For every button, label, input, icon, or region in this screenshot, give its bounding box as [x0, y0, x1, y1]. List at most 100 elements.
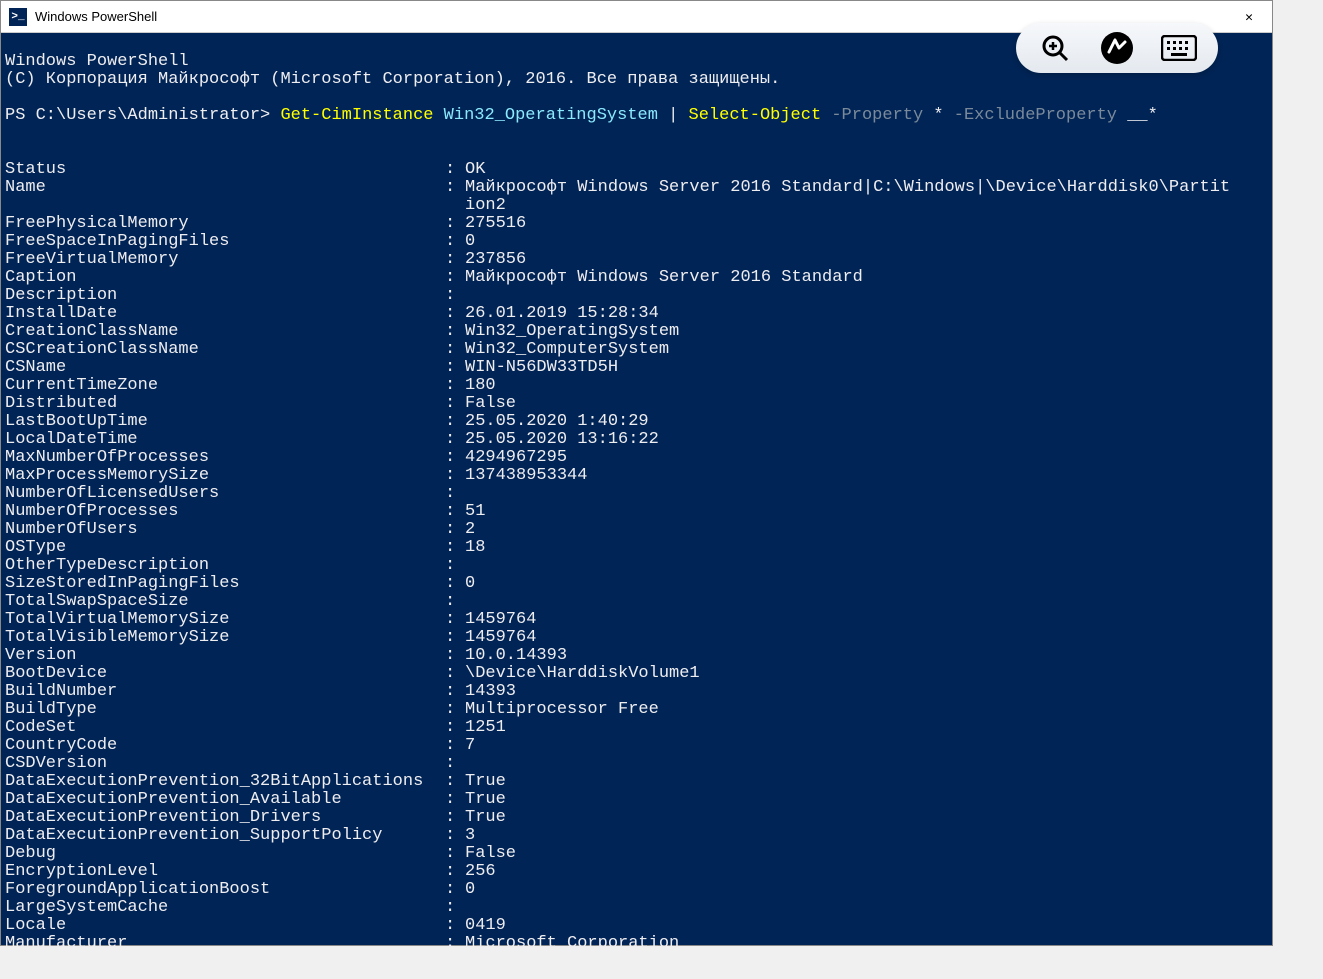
property-separator: :	[445, 179, 465, 197]
property-row: NumberOfUsers: 2	[5, 521, 1268, 539]
property-row: DataExecutionPrevention_Drivers: True	[5, 809, 1268, 827]
property-row: MaxNumberOfProcesses: 4294967295	[5, 449, 1268, 467]
property-row: CreationClassName: Win32_OperatingSystem	[5, 323, 1268, 341]
property-row: ForegroundApplicationBoost: 0	[5, 881, 1268, 899]
powershell-icon: >_	[9, 8, 27, 26]
property-row: CurrentTimeZone: 180	[5, 377, 1268, 395]
property-separator: :	[445, 431, 465, 449]
property-key: LargeSystemCache	[5, 899, 445, 917]
property-value: 1459764	[465, 629, 1268, 647]
property-key: TotalSwapSpaceSize	[5, 593, 445, 611]
property-key: OtherTypeDescription	[5, 557, 445, 575]
property-row: Description:	[5, 287, 1268, 305]
property-value: Multiprocessor Free	[465, 701, 1268, 719]
property-row: CodeSet: 1251	[5, 719, 1268, 737]
property-row: Debug: False	[5, 845, 1268, 863]
property-key: Locale	[5, 917, 445, 935]
keyboard-button[interactable]	[1160, 29, 1198, 67]
property-row: NumberOfLicensedUsers:	[5, 485, 1268, 503]
property-separator: :	[445, 557, 465, 575]
property-row: CSDVersion:	[5, 755, 1268, 773]
property-row: InstallDate: 26.01.2019 15:28:34	[5, 305, 1268, 323]
property-separator: :	[445, 593, 465, 611]
property-value: False	[465, 395, 1268, 413]
property-row: BuildType: Multiprocessor Free	[5, 701, 1268, 719]
close-button[interactable]	[1226, 1, 1272, 33]
property-separator: :	[445, 413, 465, 431]
property-key: Caption	[5, 269, 445, 287]
property-value: True	[465, 791, 1268, 809]
remote-session-toolbar[interactable]	[1016, 23, 1218, 73]
property-key: FreeSpaceInPagingFiles	[5, 233, 445, 251]
property-row: FreePhysicalMemory: 275516	[5, 215, 1268, 233]
property-key: OSType	[5, 539, 445, 557]
property-value: 4294967295	[465, 449, 1268, 467]
property-separator: :	[445, 899, 465, 917]
property-key: BootDevice	[5, 665, 445, 683]
property-key: Description	[5, 287, 445, 305]
header-line-2: (C) Корпорация Майкрософт (Microsoft Cor…	[5, 70, 780, 89]
property-value: 3	[465, 827, 1268, 845]
property-row: DataExecutionPrevention_Available: True	[5, 791, 1268, 809]
property-separator: :	[445, 215, 465, 233]
property-value: 51	[465, 503, 1268, 521]
property-value: Майкрософт Windows Server 2016 Standard	[465, 269, 1268, 287]
terminal-output[interactable]: Windows PowerShell (C) Корпорация Майкро…	[1, 33, 1272, 955]
property-separator: :	[445, 809, 465, 827]
property-key: CurrentTimeZone	[5, 377, 445, 395]
property-value: 275516	[465, 215, 1268, 233]
property-value: 0	[465, 575, 1268, 593]
zoom-in-button[interactable]	[1036, 29, 1074, 67]
pipe: |	[668, 106, 688, 125]
property-key: DataExecutionPrevention_Available	[5, 791, 445, 809]
cmdlet-getciminstance: Get-CimInstance	[280, 106, 433, 125]
titlebar-controls	[1226, 1, 1272, 33]
property-value: \Device\HarddiskVolume1	[465, 665, 1268, 683]
property-row: EncryptionLevel: 256	[5, 863, 1268, 881]
zoom-in-icon	[1040, 33, 1070, 63]
property-separator: :	[445, 359, 465, 377]
property-row: Manufacturer: Microsoft Corporation	[5, 935, 1268, 953]
property-value	[465, 593, 1268, 611]
property-value: 1459764	[465, 611, 1268, 629]
property-key: CodeSet	[5, 719, 445, 737]
cmdlet-selectobject: Select-Object	[689, 106, 822, 125]
cmdlet-arg: Win32_OperatingSystem	[433, 106, 668, 125]
properties-list: Status: OKName: Майкрософт Windows Serve…	[5, 161, 1268, 953]
property-separator: :	[445, 323, 465, 341]
property-key: Debug	[5, 845, 445, 863]
property-key: TotalVisibleMemorySize	[5, 629, 445, 647]
property-value: 0	[465, 233, 1268, 251]
property-separator: :	[445, 539, 465, 557]
property-row: Distributed: False	[5, 395, 1268, 413]
property-separator: :	[445, 287, 465, 305]
property-key: LastBootUpTime	[5, 413, 445, 431]
property-value	[465, 899, 1268, 917]
property-separator: :	[445, 629, 465, 647]
property-row: TotalVisibleMemorySize: 1459764	[5, 629, 1268, 647]
property-separator: :	[445, 863, 465, 881]
property-key: BuildNumber	[5, 683, 445, 701]
property-row: BuildNumber: 14393	[5, 683, 1268, 701]
property-key: FreePhysicalMemory	[5, 215, 445, 233]
property-key: Version	[5, 647, 445, 665]
property-key: Manufacturer	[5, 935, 445, 953]
property-value: OK	[465, 161, 1268, 179]
property-key: CSCreationClassName	[5, 341, 445, 359]
property-separator: :	[445, 683, 465, 701]
property-row: LargeSystemCache:	[5, 899, 1268, 917]
property-key: CSDVersion	[5, 755, 445, 773]
remote-desktop-button[interactable]	[1098, 29, 1136, 67]
property-separator: :	[445, 719, 465, 737]
powershell-window: >_ Windows PowerShell Windows PowerShell…	[0, 0, 1273, 946]
property-separator: :	[445, 305, 465, 323]
window-title: Windows PowerShell	[35, 9, 157, 24]
property-separator: :	[445, 773, 465, 791]
param-property: -Property	[821, 106, 933, 125]
property-value: 7	[465, 737, 1268, 755]
property-value	[465, 287, 1268, 305]
property-value: Win32_OperatingSystem	[465, 323, 1268, 341]
property-key: BuildType	[5, 701, 445, 719]
param-excludeproperty: -ExcludeProperty	[954, 106, 1127, 125]
property-key: MaxNumberOfProcesses	[5, 449, 445, 467]
